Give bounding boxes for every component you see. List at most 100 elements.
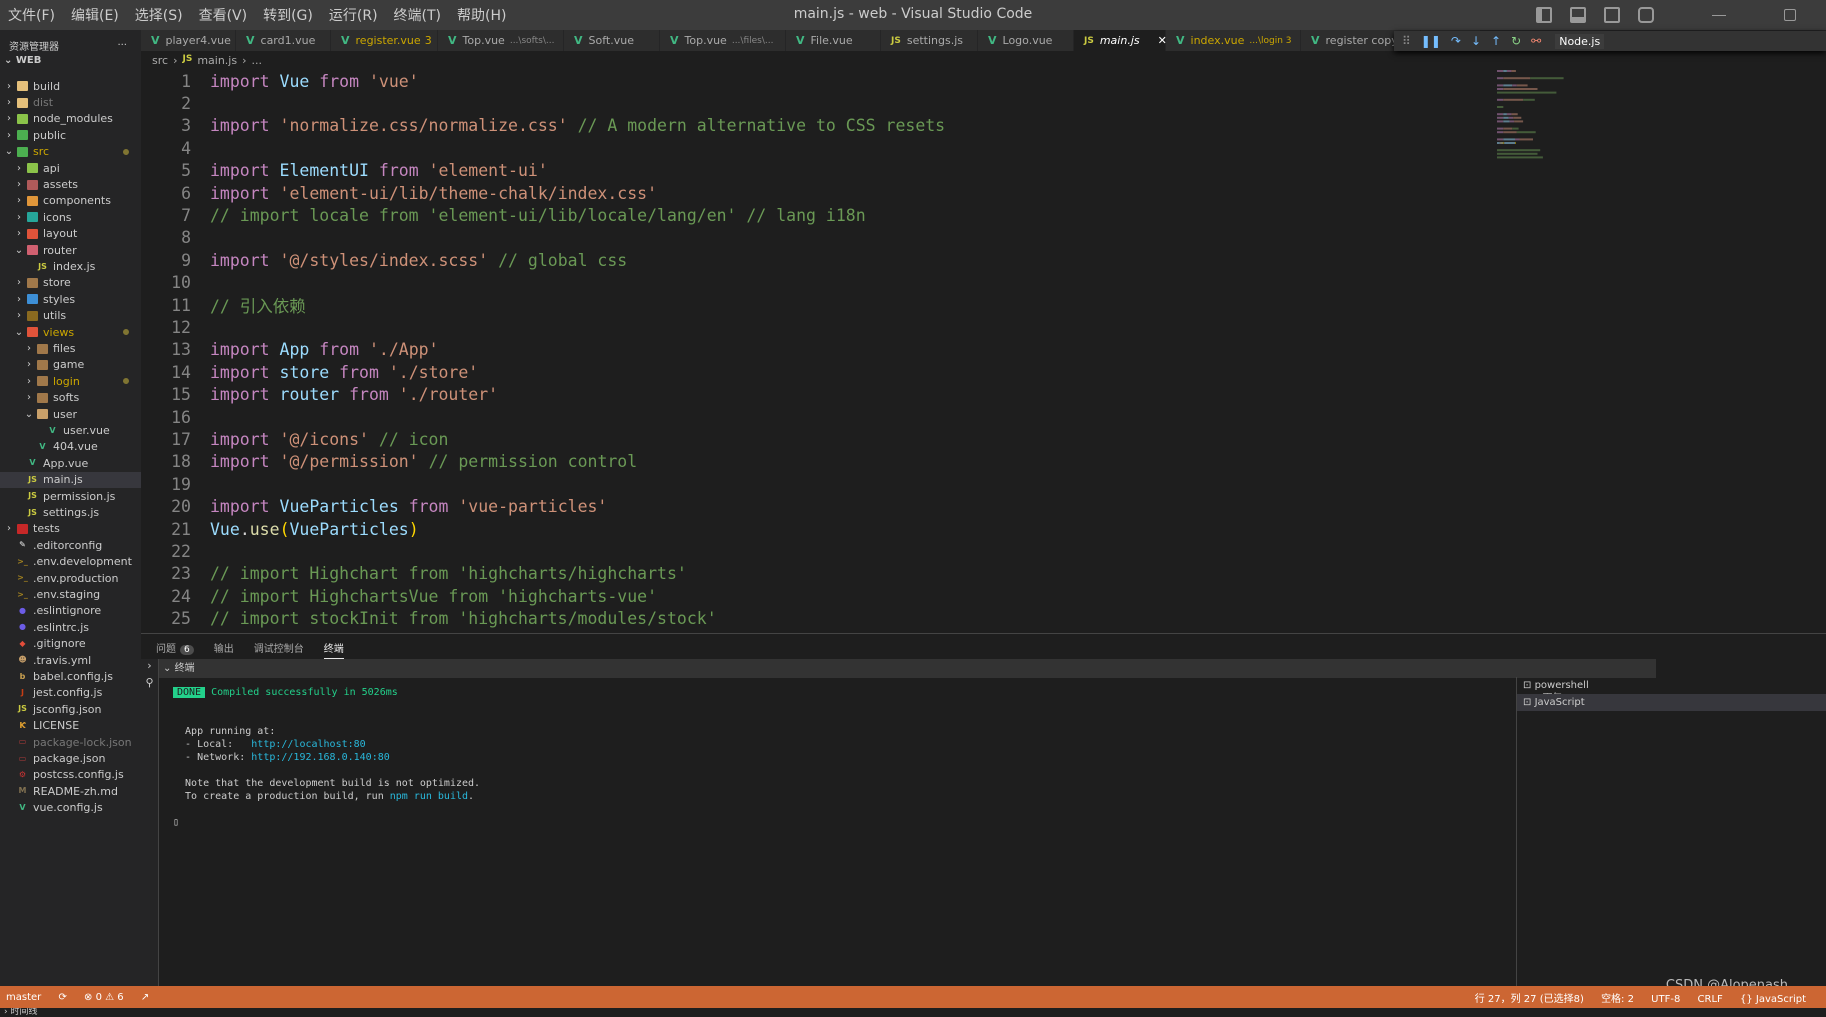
tab-main-js[interactable]: JS main.js ✕: [1074, 30, 1167, 51]
folder-item[interactable]: › game: [0, 357, 141, 373]
chevron-right-icon[interactable]: ›: [4, 97, 14, 108]
folder-item[interactable]: › softs: [0, 390, 141, 406]
tab-player4-vue[interactable]: Vplayer4.vue: [141, 30, 236, 51]
file-item[interactable]: V 404.vue: [0, 439, 141, 455]
pause-icon[interactable]: ❚❚: [1421, 34, 1441, 48]
branch-indicator[interactable]: master: [6, 992, 41, 1003]
tab-soft-vue[interactable]: V Soft.vue: [564, 30, 660, 51]
file-item[interactable]: JS settings.js: [0, 504, 141, 520]
tab-settings-js[interactable]: JS settings.js: [881, 30, 978, 51]
folder-item[interactable]: ⌄ src: [0, 144, 141, 160]
chevron-right-icon[interactable]: ›: [14, 163, 24, 174]
step-out-icon[interactable]: ↑: [1491, 34, 1501, 48]
terminal-item-powershell[interactable]: ⊡ powershell: [1517, 677, 1826, 694]
code-editor[interactable]: 1 import Vue from 'vue' 2 3 import 'normaliz…: [141, 70, 1826, 632]
file-item[interactable]: Vuser.vue: [0, 422, 141, 438]
chevron-right-icon[interactable]: ›: [24, 343, 34, 354]
file-item[interactable]: ● .eslintrc.js: [0, 619, 141, 635]
minimize-icon[interactable]: [1712, 14, 1726, 16]
folder-item[interactable]: ⌄ router: [0, 242, 141, 258]
file-item[interactable]: ▭ package-lock.json: [0, 734, 141, 750]
folder-item[interactable]: › layout: [0, 226, 141, 242]
folder-item[interactable]: ⌄ user: [0, 406, 141, 422]
terminal-item-javascript[interactable]: ⊡ JavaScript: [1517, 694, 1826, 711]
debug-target-select[interactable]: Node.js: [1555, 33, 1605, 49]
toggle-panel-icon[interactable]: [1570, 7, 1586, 23]
menu-item[interactable]: 帮助(H): [449, 5, 514, 25]
folder-item[interactable]: › styles: [0, 291, 141, 307]
terminal-tree-icon[interactable]: ⚲: [141, 676, 158, 689]
toggle-sidebar-icon[interactable]: [1536, 7, 1552, 23]
toggle-secondary-sidebar-icon[interactable]: [1604, 7, 1620, 23]
file-item[interactable]: >_ .env.development: [0, 554, 141, 570]
panel-tab[interactable]: 调试控制台: [254, 640, 304, 659]
tab-logo-vue[interactable]: V Logo.vue: [978, 30, 1074, 51]
chevron-down-icon[interactable]: ⌄: [24, 409, 34, 420]
file-item[interactable]: Vvue.config.js: [0, 800, 141, 816]
chevron-right-icon[interactable]: ›: [4, 523, 14, 534]
file-item[interactable]: ◆ .gitignore: [0, 636, 141, 652]
encoding[interactable]: UTF-8: [1651, 994, 1680, 1005]
sync-icon[interactable]: ⟳: [58, 992, 66, 1003]
file-item[interactable]: JS main.js: [0, 471, 141, 488]
menu-item[interactable]: 终端(T): [386, 5, 449, 25]
tab-top-vue[interactable]: V Top.vue ...\softs\...: [438, 30, 564, 51]
file-item[interactable]: JS jsconfig.json: [0, 701, 141, 717]
file-item[interactable]: ▭ package.json: [0, 750, 141, 766]
line-ending[interactable]: CRLF: [1698, 994, 1723, 1005]
tab-index-vue[interactable]: Vindex.vue ...\login 3: [1166, 30, 1301, 51]
breadcrumb-folder[interactable]: src: [152, 54, 168, 67]
chevron-right-icon[interactable]: ›: [14, 212, 24, 223]
breadcrumb-symbol[interactable]: ...: [252, 54, 263, 67]
chevron-down-icon[interactable]: ⌄: [14, 245, 24, 256]
restore-icon[interactable]: [1784, 9, 1796, 21]
menu-item[interactable]: 选择(S): [127, 5, 191, 25]
file-item[interactable]: >_ .env.staging: [0, 586, 141, 602]
chevron-right-icon[interactable]: ›: [141, 659, 158, 672]
chevron-right-icon[interactable]: ›: [14, 310, 24, 321]
chevron-right-icon[interactable]: ›: [4, 130, 14, 141]
step-into-icon[interactable]: ↓: [1471, 34, 1481, 48]
folder-item[interactable]: ⌄ views: [0, 324, 141, 340]
chevron-right-icon[interactable]: ›: [24, 376, 34, 387]
chevron-right-icon[interactable]: ›: [24, 392, 34, 403]
workspace-root[interactable]: ⌄ WEB: [0, 54, 141, 68]
terminal-output[interactable]: DONE Compiled successfully in 5026ms App…: [173, 684, 1643, 829]
minimap[interactable]: [1497, 70, 1567, 170]
folder-item[interactable]: › build: [0, 78, 141, 94]
folder-item[interactable]: › utils: [0, 308, 141, 324]
file-item[interactable]: Jjest.config.js: [0, 685, 141, 701]
menu-item[interactable]: 编辑(E): [63, 5, 127, 25]
menu-item[interactable]: 查看(V): [191, 5, 256, 25]
chevron-right-icon[interactable]: ›: [14, 179, 24, 190]
chevron-right-icon[interactable]: ›: [24, 359, 34, 370]
file-item[interactable]: >_ .env.production: [0, 570, 141, 586]
file-item[interactable]: Ƙ LICENSE: [0, 718, 141, 734]
file-item[interactable]: b babel.config.js: [0, 668, 141, 684]
cursor-position[interactable]: 行 27，列 27 (已选择8): [1475, 994, 1584, 1005]
file-item[interactable]: JS index.js: [0, 258, 141, 274]
more-actions-button[interactable]: ···: [117, 40, 127, 51]
menu-item[interactable]: 转到(G): [255, 5, 321, 25]
folder-item[interactable]: › files: [0, 340, 141, 356]
tab-register-vue[interactable]: Vregister.vue 3: [331, 30, 438, 51]
terminal-section-header[interactable]: ⌄ 终端: [159, 659, 1656, 678]
chevron-right-icon[interactable]: ›: [4, 81, 14, 92]
panel-tab[interactable]: 问题 6: [156, 640, 194, 659]
file-item[interactable]: ● .eslintignore: [0, 603, 141, 619]
folder-item[interactable]: › tests: [0, 521, 141, 537]
folder-item[interactable]: › store: [0, 275, 141, 291]
customize-layout-icon[interactable]: [1638, 7, 1654, 23]
panel-tab[interactable]: 输出: [214, 640, 234, 659]
language-mode[interactable]: {} JavaScript: [1740, 994, 1806, 1005]
folder-item[interactable]: › components: [0, 193, 141, 209]
chevron-down-icon[interactable]: ⌄: [14, 327, 24, 338]
file-item[interactable]: ✎ .editorconfig: [0, 537, 141, 553]
restart-icon[interactable]: ↻: [1511, 34, 1521, 48]
tab-top-vue[interactable]: V Top.vue ...\files\...: [660, 30, 786, 51]
chevron-down-icon[interactable]: ⌄: [4, 146, 14, 157]
chevron-right-icon[interactable]: ›: [14, 277, 24, 288]
indentation[interactable]: 空格: 2: [1601, 994, 1634, 1005]
step-over-icon[interactable]: ↷: [1451, 34, 1461, 48]
folder-item[interactable]: › node_modules: [0, 111, 141, 127]
